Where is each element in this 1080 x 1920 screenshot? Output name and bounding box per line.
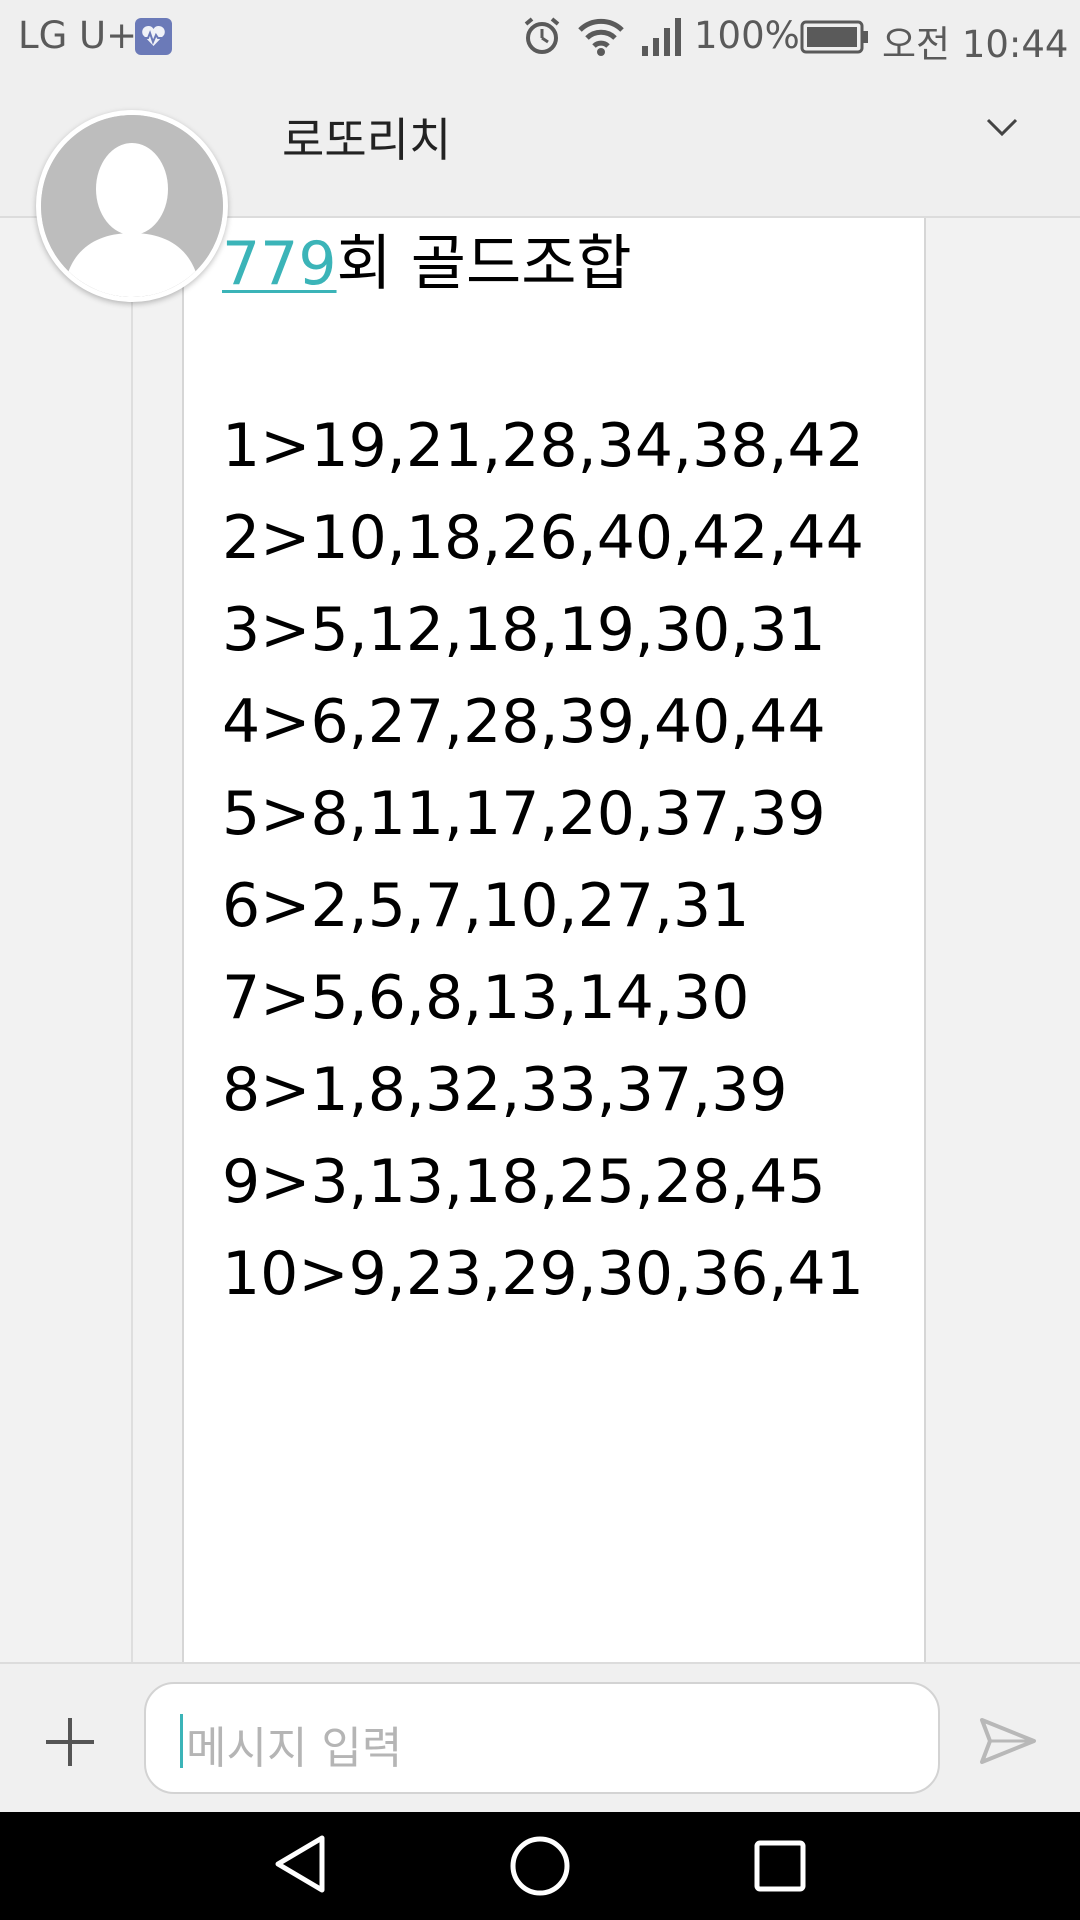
recent-apps-icon[interactable]: [752, 1838, 808, 1898]
round-number-link[interactable]: 779: [222, 229, 337, 299]
message-list[interactable]: 779회 골드조합 1>19,21,28,34,38,42 2>10,18,26…: [0, 218, 1080, 1662]
thread-divider: [131, 218, 133, 1662]
combo-line: 8>1,8,32,33,37,39: [222, 1055, 788, 1125]
alarm-icon: [520, 14, 564, 67]
round-title-suffix: 회 골드조합: [336, 229, 632, 299]
person-silhouette-icon: [41, 115, 223, 297]
text-cursor: [180, 1714, 183, 1768]
plus-icon[interactable]: [42, 1714, 98, 1774]
clock: 오전 10:44: [882, 23, 1069, 66]
contact-name[interactable]: 로또리치: [282, 104, 451, 170]
message-input-placeholder: 메시지 입력: [186, 1723, 403, 1774]
combo-line: 4>6,27,28,39,40,44: [222, 687, 826, 757]
home-icon[interactable]: [508, 1834, 572, 1902]
chevron-down-icon[interactable]: [984, 116, 1020, 144]
back-icon[interactable]: [272, 1834, 328, 1898]
combo-line: 1>19,21,28,34,38,42: [222, 411, 864, 481]
signal-icon: [640, 14, 686, 67]
health-app-icon: [135, 18, 172, 55]
system-nav-bar: [0, 1812, 1080, 1920]
battery-icon: [800, 20, 870, 63]
message-input[interactable]: 메시지 입력: [144, 1682, 940, 1794]
status-bar: LG U+ 100% 오전 10:44: [0, 0, 1080, 74]
combo-line: 2>10,18,26,40,42,44: [222, 503, 864, 573]
battery-percent: 100%: [694, 14, 800, 57]
combo-line: 7>5,6,8,13,14,30: [222, 963, 750, 1033]
wifi-icon: [576, 14, 626, 67]
combo-line: 10>9,23,29,30,36,41: [222, 1239, 864, 1309]
combo-line: 5>8,11,17,20,37,39: [222, 779, 826, 849]
message-bubble[interactable]: 779회 골드조합 1>19,21,28,34,38,42 2>10,18,26…: [182, 218, 926, 1662]
combo-group-2: 6>2,5,7,10,27,31 7>5,6,8,13,14,30 8>1,8,…: [222, 860, 864, 1320]
compose-bar: 메시지 입력: [0, 1662, 1080, 1814]
avatar[interactable]: [36, 110, 228, 302]
round-title: 779회 골드조합: [222, 218, 632, 310]
combo-line: 9>3,13,18,25,28,45: [222, 1147, 826, 1217]
combo-group-1: 1>19,21,28,34,38,42 2>10,18,26,40,42,44 …: [222, 400, 864, 860]
combo-line: 3>5,12,18,19,30,31: [222, 595, 826, 665]
combo-line: 6>2,5,7,10,27,31: [222, 871, 750, 941]
send-icon[interactable]: [978, 1716, 1038, 1770]
carrier-label: LG U+: [18, 14, 138, 57]
